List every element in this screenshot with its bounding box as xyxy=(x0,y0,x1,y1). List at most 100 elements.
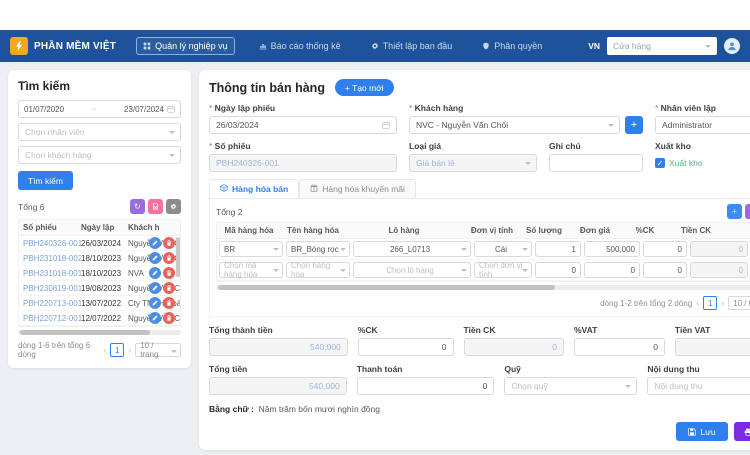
gear-icon xyxy=(371,42,379,50)
current-page-button[interactable]: 1 xyxy=(703,296,717,310)
item-qty-input[interactable]: 0 xyxy=(535,262,581,278)
item-lot-select[interactable]: 266_L0713 xyxy=(353,241,471,257)
item-name-select[interactable]: BR_Bóng rọc xyxy=(286,241,350,257)
customer-select[interactable]: NVC - Nguyễn Văn Chối xyxy=(409,116,620,134)
item-code-select[interactable]: Chọn mã hàng hóa xyxy=(219,262,283,278)
receipt-code-link[interactable]: PBH231018-002 xyxy=(19,254,81,263)
edit-button[interactable] xyxy=(149,267,161,279)
receipt-code-link[interactable]: PBH220712-001 xyxy=(19,314,81,323)
next-page-button[interactable]: › xyxy=(128,345,131,355)
item-lot-placeholder: Chọn lô hàng xyxy=(386,266,434,275)
save-button[interactable]: Lưu xyxy=(676,422,727,441)
page-size-select[interactable]: 10 / trang xyxy=(728,296,750,310)
item-price-input[interactable]: 500,000 xyxy=(584,241,640,257)
delete-button[interactable] xyxy=(163,252,175,264)
customer-filter-select[interactable]: Chọn khách hàng xyxy=(18,146,181,164)
item-name-select[interactable]: Chọn hàng hóa xyxy=(286,262,350,278)
date-from-value[interactable]: 01/07/2020 xyxy=(24,105,64,114)
sale-panel-title: Thông tin bán hàng xyxy=(209,81,325,95)
content-select[interactable]: Nội dung thu xyxy=(647,377,750,395)
item-unit-select[interactable]: Cái xyxy=(474,241,532,257)
staff-select[interactable]: Administrator xyxy=(655,116,750,134)
delete-button[interactable] xyxy=(163,297,175,309)
ck-pct-input[interactable]: 0 xyxy=(358,338,454,356)
payment-input[interactable]: 0 xyxy=(357,377,495,395)
date-range-picker[interactable]: 01/07/2020 ~ 23/07/2024 xyxy=(18,100,181,118)
receipt-code-link[interactable]: PBH220713-001 xyxy=(19,299,81,308)
item-ck-pct-input[interactable]: 0 xyxy=(643,241,687,257)
item-code-select[interactable]: BR xyxy=(219,241,283,257)
horizontal-scrollbar[interactable] xyxy=(216,285,750,290)
receipt-code-link[interactable]: PBH240326-001 xyxy=(19,239,81,248)
edit-button[interactable] xyxy=(149,252,161,264)
fund-select[interactable]: Chọn quỹ xyxy=(504,377,637,395)
nav-thiet-lap-ban-dau[interactable]: Thiết lập ban đầu xyxy=(365,38,459,54)
refresh-button[interactable]: ↻ xyxy=(130,199,145,214)
add-row-button[interactable]: + xyxy=(727,204,742,219)
ck-input: 0 xyxy=(464,338,565,356)
staff-filter-select[interactable]: Chọn nhân viên xyxy=(18,123,181,141)
search-total-label: Tổng 6 xyxy=(18,202,44,212)
receipt-code-link[interactable]: PBH231018-001 xyxy=(19,269,81,278)
item-price-input[interactable]: 0 xyxy=(584,262,640,278)
col-so-phieu[interactable]: Số phiếu xyxy=(19,223,81,232)
delete-button[interactable] xyxy=(163,267,175,279)
receipts-table: Số phiếu Ngày lập Khách h PBH240326-001 … xyxy=(18,219,181,327)
current-page-button[interactable]: 1 xyxy=(110,343,124,357)
bar-chart-icon xyxy=(259,42,267,50)
delete-button[interactable] xyxy=(163,237,175,249)
vertical-scrollbar[interactable] xyxy=(176,237,180,277)
col-khach-hang[interactable]: Khách h xyxy=(128,223,180,232)
page-margin xyxy=(0,0,750,30)
page-size-select[interactable]: 10 / trang xyxy=(135,343,181,357)
receipt-code-link[interactable]: PBH230819-001 xyxy=(19,284,81,293)
table-row[interactable]: PBH220713-001 13/07/2022 Cty TNHH Hoàn T… xyxy=(19,296,180,311)
item-unit-select[interactable]: Chọn đơn vị tính xyxy=(474,262,532,278)
delete-button[interactable] xyxy=(163,282,175,294)
edit-button[interactable] xyxy=(149,282,161,294)
receipt-date-input[interactable]: 26/03/2024 xyxy=(209,116,397,134)
table-row[interactable]: PBH220712-001 12/07/2022 Nguyễn Văn Chối xyxy=(19,311,180,326)
nav-bao-cao-thong-ke[interactable]: Báo cáo thống kê xyxy=(253,38,347,54)
scrollbar-thumb[interactable] xyxy=(218,285,555,290)
vat-pct-input[interactable]: 0 xyxy=(574,338,665,356)
next-page-button[interactable]: › xyxy=(721,298,724,308)
item-ck-pct-input[interactable]: 0 xyxy=(643,262,687,278)
edit-button[interactable] xyxy=(149,237,161,249)
note-input[interactable] xyxy=(549,154,643,172)
prev-page-button[interactable]: ‹ xyxy=(103,345,106,355)
refresh-button[interactable]: ↻ xyxy=(745,204,750,219)
add-customer-button[interactable]: + xyxy=(625,116,643,134)
language-label[interactable]: VN xyxy=(588,41,600,51)
export-checkbox[interactable]: ✓ xyxy=(655,158,665,168)
horizontal-scrollbar[interactable] xyxy=(18,330,181,335)
goods-tabs: Hàng hóa bán Hàng hóa khuyến mãi xyxy=(209,179,750,199)
navbar-right: VN Cửa hàng xyxy=(588,37,740,55)
tab-hang-hoa-khuyen-mai[interactable]: Hàng hóa khuyến mãi xyxy=(299,179,416,198)
date-to-value[interactable]: 23/07/2024 xyxy=(124,105,164,114)
store-select[interactable]: Cửa hàng xyxy=(607,37,717,55)
table-row[interactable]: PBH240326-001 26/03/2024 Nguyễn Văn Chối xyxy=(19,236,180,251)
nav-phan-quyen[interactable]: Phân quyền xyxy=(476,38,548,54)
col-ngay-lap[interactable]: Ngày lập xyxy=(81,223,128,232)
export-button[interactable] xyxy=(148,199,163,214)
table-row[interactable]: PBH230819-001 19/08/2023 Nguyễn Văn Chối xyxy=(19,281,180,296)
create-new-button[interactable]: + Tạo mới xyxy=(335,79,394,96)
edit-button[interactable] xyxy=(149,297,161,309)
item-qty-input[interactable]: 1 xyxy=(535,241,581,257)
print-button[interactable]: In A4 xyxy=(734,422,750,441)
search-button[interactable]: Tìm kiếm xyxy=(18,171,73,190)
table-row[interactable]: PBH231018-002 18/10/2023 Nguyễn Văn Chối xyxy=(19,251,180,266)
user-avatar-icon[interactable] xyxy=(724,38,740,54)
tab-hang-hoa-ban[interactable]: Hàng hóa bán xyxy=(209,179,299,198)
nav-quan-ly-nghiep-vu[interactable]: Quản lý nghiệp vụ xyxy=(136,37,235,55)
item-lot-select[interactable]: Chọn lô hàng xyxy=(353,262,471,278)
delete-button[interactable] xyxy=(163,312,175,324)
settings-button[interactable] xyxy=(166,199,181,214)
prev-page-button[interactable]: ‹ xyxy=(696,298,699,308)
receipt-date: 18/10/2023 xyxy=(81,254,128,263)
scrollbar-thumb[interactable] xyxy=(20,330,150,335)
table-row[interactable]: PBH231018-001 18/10/2023 NVA xyxy=(19,266,180,281)
edit-button[interactable] xyxy=(149,312,161,324)
store-select-value: Cửa hàng xyxy=(613,41,705,51)
